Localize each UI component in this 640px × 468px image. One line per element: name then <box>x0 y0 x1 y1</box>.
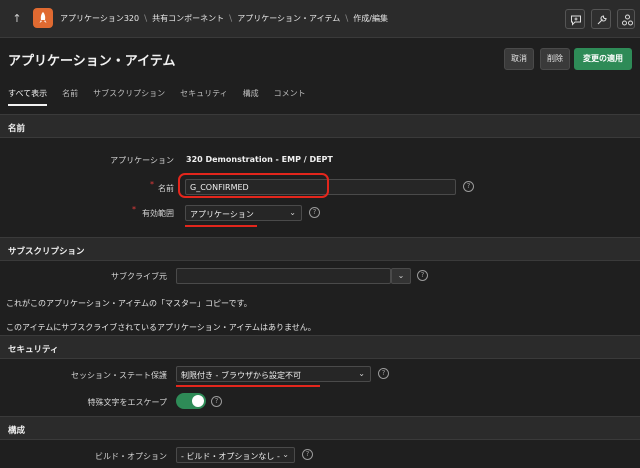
chevron-down-icon: ⌄ <box>358 369 365 378</box>
help-icon[interactable]: ? <box>378 368 389 379</box>
breadcrumb-current: 作成/編集 <box>353 14 388 23</box>
scope-select[interactable]: アプリケーション ⌄ <box>185 205 302 221</box>
chevron-down-icon: ⌄ <box>282 450 289 459</box>
tab-comments[interactable]: コメント <box>274 88 306 106</box>
help-icon[interactable]: ? <box>417 270 428 281</box>
wrench-icon[interactable] <box>591 9 611 29</box>
chevron-down-icon[interactable]: ⌄ <box>391 268 411 284</box>
breadcrumb-separator: \ <box>229 13 233 24</box>
help-icon[interactable]: ? <box>211 396 222 407</box>
application-label: アプリケーション <box>110 156 174 165</box>
required-marker: * <box>132 205 136 214</box>
session-state-protection-select[interactable]: 制限付き - ブラウザから設定不可 ⌄ <box>176 366 371 382</box>
section-title: セキュリティ <box>8 345 59 355</box>
breadcrumb-app[interactable]: アプリケーション320 <box>60 13 139 24</box>
application-value: 320 Demonstration - EMP / DEPT <box>186 155 333 164</box>
name-label: 名前 <box>158 184 174 193</box>
escape-special-chars-label: 特殊文字をエスケープ <box>87 398 167 407</box>
help-icon[interactable]: ? <box>309 207 320 218</box>
build-option-label: ビルド・オプション <box>95 452 167 461</box>
tab-name[interactable]: 名前 <box>62 88 78 106</box>
session-state-protection-value: 制限付き - ブラウザから設定不可 <box>181 371 301 380</box>
app-icon[interactable] <box>33 8 53 28</box>
tab-security[interactable]: セキュリティ <box>180 88 228 106</box>
required-marker: * <box>150 180 154 189</box>
build-option-value: - ビルド・オプションなし - <box>181 452 280 461</box>
scope-select-value: アプリケーション <box>190 210 254 219</box>
breadcrumb-separator: \ <box>144 13 148 24</box>
master-copy-note: これがこのアプリケーション・アイテムの「マスター」コピーです。 <box>6 299 252 308</box>
escape-special-chars-toggle[interactable] <box>176 393 206 409</box>
scope-label: 有効範囲 <box>142 209 174 218</box>
apply-changes-button[interactable]: 変更の適用 <box>574 48 632 70</box>
toggle-knob <box>192 395 204 407</box>
subscribe-from-label: サブクライブ元 <box>111 272 167 281</box>
top-bar: ↑ アプリケーション320 \ 共有コンポーネント \ アプリケーション・アイテ… <box>0 0 640 38</box>
breadcrumb-separator: \ <box>345 13 349 24</box>
tab-configuration[interactable]: 構成 <box>243 88 259 106</box>
comment-plus-icon[interactable] <box>565 9 585 29</box>
breadcrumb-app-items[interactable]: アプリケーション・アイテム <box>237 13 340 24</box>
tab-bar: すべて表示 名前 サブスクリプション セキュリティ 構成 コメント <box>8 88 321 106</box>
section-title: サブスクリプション <box>8 247 85 257</box>
shared-components-icon[interactable] <box>617 9 635 29</box>
section-name-header: 名前 <box>0 114 640 138</box>
subscribe-from-input[interactable] <box>176 268 391 284</box>
annotation-underline <box>176 385 320 387</box>
section-subscription-header: サブスクリプション <box>0 237 640 261</box>
no-subscribers-note: このアイテムにサブスクライブされているアプリケーション・アイテムはありません。 <box>6 323 316 332</box>
delete-button[interactable]: 削除 <box>540 48 570 70</box>
section-title: 名前 <box>8 124 26 134</box>
page-title: アプリケーション・アイテム <box>8 54 176 69</box>
help-icon[interactable]: ? <box>463 181 474 192</box>
chevron-down-icon: ⌄ <box>289 208 296 217</box>
session-state-protection-label: セッション・ステート保護 <box>71 371 167 380</box>
annotation-highlight-box <box>178 173 329 198</box>
breadcrumb-shared-components[interactable]: 共有コンポーネント <box>152 13 224 24</box>
breadcrumb: アプリケーション320 \ 共有コンポーネント \ アプリケーション・アイテム … <box>60 13 388 24</box>
build-option-select[interactable]: - ビルド・オプションなし - ⌄ <box>176 447 295 463</box>
cancel-button[interactable]: 取消 <box>504 48 534 70</box>
section-security-header: セキュリティ <box>0 335 640 359</box>
section-configuration-header: 構成 <box>0 416 640 440</box>
annotation-underline <box>185 225 257 227</box>
navigate-up-icon[interactable]: ↑ <box>8 10 26 28</box>
section-title: 構成 <box>8 426 26 436</box>
tab-subscription[interactable]: サブスクリプション <box>93 88 165 106</box>
tab-show-all[interactable]: すべて表示 <box>8 88 48 106</box>
help-icon[interactable]: ? <box>302 449 313 460</box>
